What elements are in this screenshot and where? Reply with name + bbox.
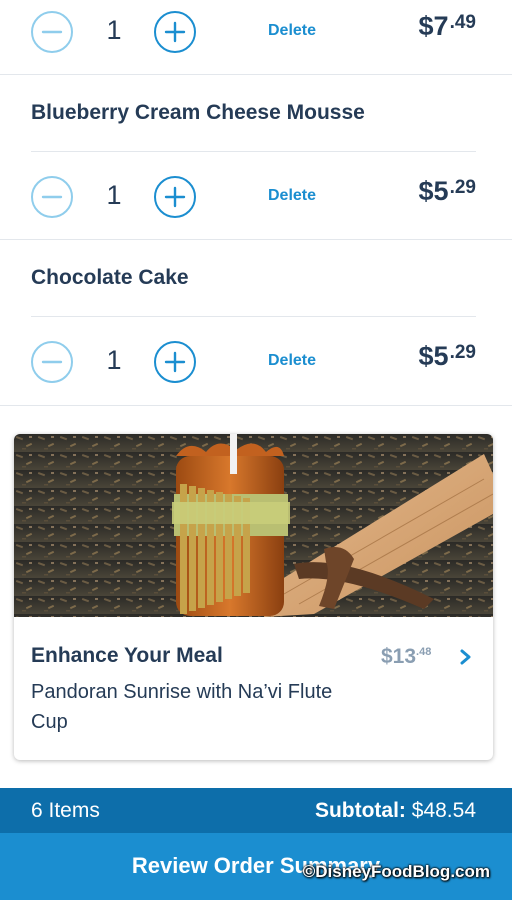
item-price: $7.49 bbox=[419, 11, 476, 42]
divider bbox=[31, 151, 476, 152]
price-dollars: $7 bbox=[418, 11, 449, 41]
subtotal-label: Subtotal: bbox=[314, 799, 406, 822]
minus-icon bbox=[41, 30, 63, 34]
delete-item-button[interactable]: Delete bbox=[268, 352, 316, 370]
pandoran-sunrise-flute-cup-photo bbox=[14, 434, 493, 617]
price-cents: .29 bbox=[449, 342, 476, 363]
price-cents: .49 bbox=[449, 12, 476, 33]
chevron-right-icon bbox=[460, 649, 471, 665]
quantity-stepper: 1 Delete $7.49 bbox=[0, 5, 512, 61]
item-price: $5.29 bbox=[419, 176, 476, 207]
price-cents: .48 bbox=[416, 646, 432, 658]
cart-summary-bar: 6 Items Subtotal: $48.54 bbox=[0, 788, 512, 833]
increase-quantity-button[interactable] bbox=[154, 176, 196, 218]
plus-icon bbox=[164, 21, 186, 43]
delete-item-button[interactable]: Delete bbox=[268, 187, 316, 205]
delete-item-button[interactable]: Delete bbox=[268, 22, 316, 40]
item-name: Chocolate Cake bbox=[31, 266, 189, 289]
quantity-stepper: 1 Delete $5.29 bbox=[0, 170, 512, 226]
subtotal: Subtotal: $48.54 bbox=[315, 799, 476, 823]
minus-icon bbox=[41, 195, 63, 199]
decrease-quantity-button[interactable] bbox=[31, 341, 73, 383]
enhance-title: Enhance Your Meal bbox=[31, 644, 223, 667]
decrease-quantity-button[interactable] bbox=[31, 176, 73, 218]
watermark: ©DisneyFoodBlog.com bbox=[302, 862, 490, 881]
plus-icon bbox=[164, 351, 186, 373]
items-count: 6 Items bbox=[31, 799, 100, 822]
quantity-value: 1 bbox=[106, 180, 122, 210]
item-name: Blueberry Cream Cheese Mousse bbox=[31, 101, 365, 124]
quantity-stepper: 1 Delete $5.29 bbox=[0, 335, 512, 391]
subtotal-value: $48.54 bbox=[411, 799, 476, 822]
enhance-price: $13.48 bbox=[381, 645, 431, 669]
quantity-value: 1 bbox=[106, 15, 122, 45]
price-dollars: $5 bbox=[418, 341, 449, 371]
decrease-quantity-button[interactable] bbox=[31, 11, 73, 53]
plus-icon bbox=[164, 186, 186, 208]
enhance-description: Pandoran Sunrise with Na’vi Flute Cup bbox=[31, 681, 333, 733]
cart-item: 1 Delete $7.49 bbox=[0, 0, 512, 75]
enhance-meal-card[interactable]: Enhance Your Meal $13.48 Pandoran Sunris… bbox=[14, 434, 493, 760]
minus-icon bbox=[41, 360, 63, 364]
increase-quantity-button[interactable] bbox=[154, 11, 196, 53]
price-cents: .29 bbox=[449, 177, 476, 198]
cart-item: Chocolate Cake 1 Delete $5.29 bbox=[0, 240, 512, 406]
increase-quantity-button[interactable] bbox=[154, 341, 196, 383]
quantity-value: 1 bbox=[106, 345, 122, 375]
cart-item: Blueberry Cream Cheese Mousse 1 Delete $… bbox=[0, 75, 512, 240]
price-dollars: $13 bbox=[381, 645, 417, 668]
price-dollars: $5 bbox=[418, 176, 449, 206]
divider bbox=[0, 405, 512, 406]
divider bbox=[31, 316, 476, 317]
item-price: $5.29 bbox=[419, 341, 476, 372]
